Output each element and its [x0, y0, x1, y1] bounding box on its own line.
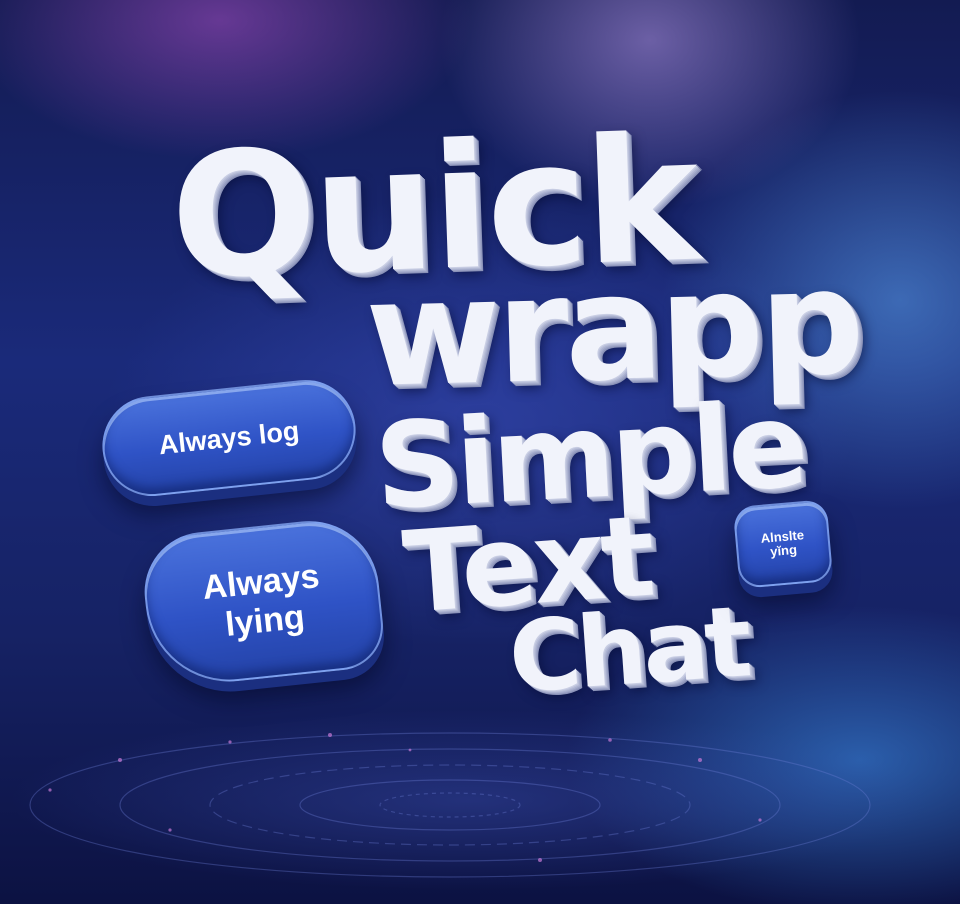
chat-bubble-small: Alnslte yĭng — [732, 499, 834, 589]
poster-scene: Quick wrapp Simple Text Chat Always log … — [0, 0, 960, 904]
chat-bubble-label: Alnslte yĭng — [760, 526, 805, 560]
title-word-chat: Chat — [505, 585, 752, 716]
chat-bubble-label: Always lying — [200, 556, 322, 644]
chat-bubble-label: Always log — [157, 415, 301, 460]
